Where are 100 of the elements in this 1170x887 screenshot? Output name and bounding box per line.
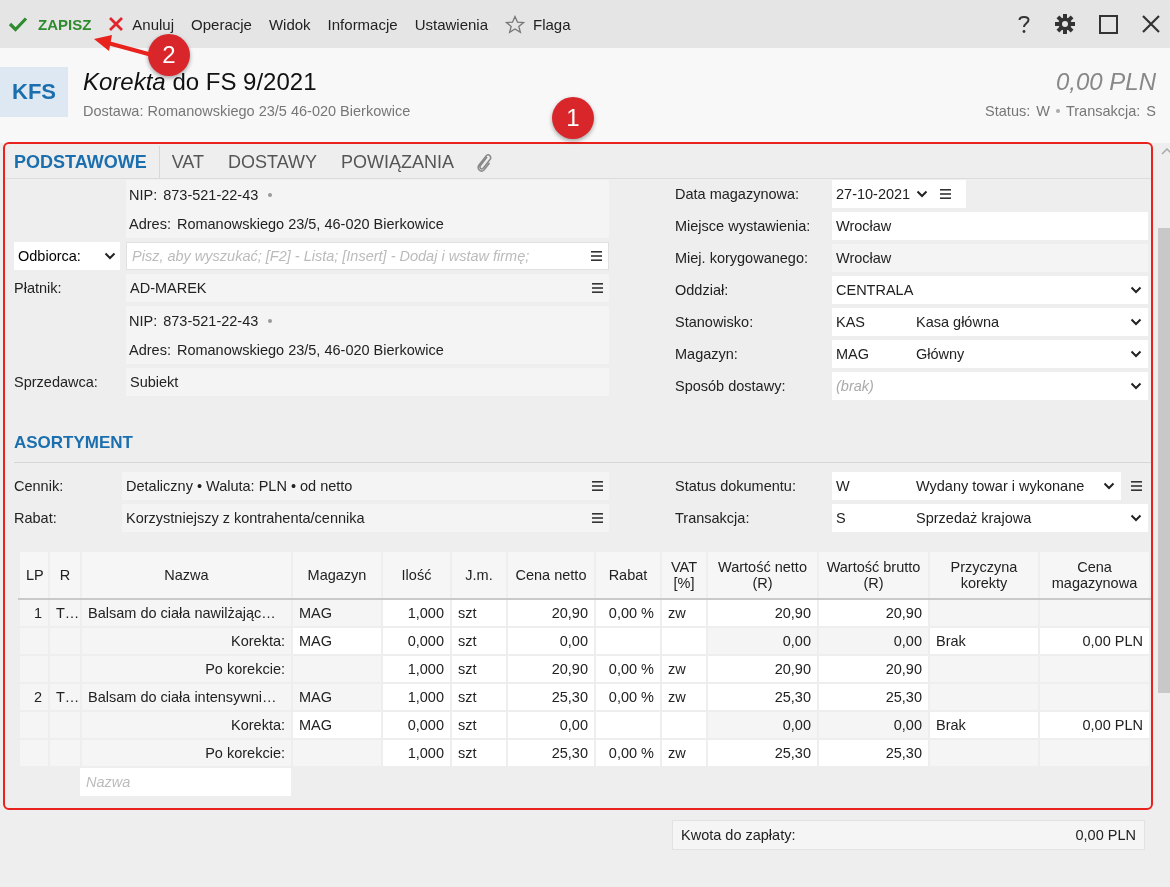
info-label: Adres: — [129, 341, 171, 358]
tab[interactable]: PODSTAWOWE — [6, 146, 160, 178]
field-label: Miejsce wystawienia: — [675, 218, 812, 234]
menu-icon[interactable] — [940, 189, 952, 199]
dot-icon — [268, 192, 273, 197]
table-cell: 25,30 — [707, 683, 818, 711]
table-cell: 1,000 — [382, 739, 451, 767]
table-cell: szt — [451, 739, 507, 767]
field-label: Transakcja: — [675, 510, 751, 526]
dot-icon — [268, 318, 273, 323]
column-header[interactable]: Rabat — [595, 551, 661, 599]
readonly-field: Wrocław — [832, 244, 1148, 272]
table-cell: 0,00 PLN — [1039, 711, 1150, 739]
column-header[interactable]: R — [49, 551, 81, 599]
table-cell: 1,000 — [382, 683, 451, 711]
flag-button[interactable]: Flaga — [505, 12, 571, 36]
select-field[interactable]: KAS Kasa główna — [832, 308, 1148, 336]
table-cell: szt — [451, 711, 507, 739]
chevron-down-icon — [1130, 350, 1142, 358]
column-header[interactable]: LP — [19, 551, 49, 599]
search-field[interactable]: Pisz, aby wyszukać; [F2] - Lista; [Insert] - Dodaj i wstaw firmę; — [126, 242, 609, 270]
table-cell: 25,30 — [818, 683, 929, 711]
select-field[interactable]: W Wydany towar i wykonane — [832, 472, 1121, 500]
select-field[interactable]: S Sprzedaż krajowa — [832, 504, 1148, 532]
table-cell: 0,000 — [382, 711, 451, 739]
maximize-icon[interactable] — [1099, 14, 1118, 34]
table-cell: Po korekcie: — [81, 739, 292, 767]
info-value: 873-521-22-43 — [163, 312, 259, 329]
chevron-down-icon — [916, 190, 929, 198]
field-label: Sposób dostawy: — [675, 378, 787, 394]
table-cell: 1,000 — [382, 599, 451, 627]
role-dropdown[interactable]: Odbiorca: — [14, 242, 120, 270]
column-header[interactable]: Wartość netto (R) — [707, 551, 818, 599]
input-field[interactable]: Wrocław — [832, 212, 1148, 240]
section-title: ASORTYMENT — [14, 433, 1151, 463]
settings-icon[interactable] — [1055, 14, 1075, 34]
menu-item[interactable]: Widok — [268, 13, 311, 35]
table-cell: 0,00 % — [595, 655, 661, 683]
column-header[interactable]: J.m. — [451, 551, 507, 599]
close-icon — [108, 16, 125, 32]
column-header[interactable]: VAT [%] — [661, 551, 707, 599]
field-label: Stanowisko: — [675, 314, 755, 330]
table-cell: szt — [451, 627, 507, 655]
document-type-badge: KFS — [0, 67, 68, 117]
search-input[interactable]: Pisz, aby wyszukać; [F2] - Lista; [Insert] - Dodaj i wstaw firmę; — [130, 247, 591, 265]
table-cell: 0,00 % — [595, 683, 661, 711]
help-icon[interactable] — [1017, 14, 1031, 34]
table-cell: 25,30 — [507, 739, 595, 767]
new-item-field[interactable]: Nazwa — [80, 768, 291, 796]
tab[interactable]: VAT — [159, 146, 216, 178]
column-header[interactable]: Przyczyna korekty — [929, 551, 1039, 599]
info-value: Romanowskiego 23/5, 46-020 Bierkowice — [176, 341, 444, 358]
field-label: Data magazynowa: — [675, 186, 801, 202]
select-field[interactable]: CENTRALA — [832, 276, 1148, 304]
menu-icon[interactable] — [592, 481, 603, 491]
select-field[interactable]: MAG Główny — [832, 340, 1148, 368]
table-cell: 0,00 — [707, 627, 818, 655]
table-cell: 20,90 — [818, 599, 929, 627]
table-cell: Brak — [929, 627, 1039, 655]
column-header[interactable]: Cena magazynowa — [1039, 551, 1150, 599]
table-cell: Brak — [929, 711, 1039, 739]
readonly-field: Korzystniejszy z kontrahenta/cennika — [122, 504, 609, 532]
menu-icon[interactable] — [592, 283, 603, 293]
table-cell: 0,00 — [818, 711, 929, 739]
table-cell: 1 — [19, 599, 49, 627]
field-label: Status dokumentu: — [675, 478, 797, 494]
table-cell: Balsam do ciała nawilżając… — [81, 599, 292, 627]
column-header[interactable]: Wartość brutto (R) — [818, 551, 929, 599]
tab[interactable]: DOSTAWY — [216, 146, 329, 178]
chevron-down-icon — [1130, 514, 1142, 522]
table-cell: 0,00 % — [595, 739, 661, 767]
readonly-field: Detaliczny • Waluta: PLN • od netto — [122, 472, 609, 500]
menu-item[interactable]: Informacje — [327, 13, 398, 35]
field-label: Rabat: — [14, 510, 58, 526]
column-header[interactable]: Nazwa — [81, 551, 292, 599]
menu-item[interactable]: Ustawienia — [414, 13, 488, 35]
column-header[interactable]: Cena netto — [507, 551, 595, 599]
menu-icon[interactable] — [1131, 481, 1142, 491]
table-cell: MAG — [292, 599, 382, 627]
table-cell: 0,00 — [507, 711, 595, 739]
column-header[interactable]: Ilość — [382, 551, 451, 599]
info-value: Romanowskiego 23/5, 46-020 Bierkowice — [176, 215, 444, 232]
tab[interactable]: POWIĄZANIA — [329, 146, 467, 178]
info-value: 873-521-22-43 — [163, 186, 259, 203]
menu-item[interactable]: Operacje — [191, 13, 252, 35]
menu-icon[interactable] — [592, 513, 603, 523]
table-cell: szt — [451, 599, 507, 627]
column-header[interactable]: Magazyn — [292, 551, 382, 599]
table-cell: szt — [451, 683, 507, 711]
cancel-button[interactable]: Anuluj — [108, 13, 175, 35]
table-cell: 0,00 — [818, 627, 929, 655]
table-cell: 2 — [19, 683, 49, 711]
table-cell: Po korekcie: — [81, 655, 292, 683]
field-label: Płatnik: — [14, 280, 63, 296]
info-label: NIP: — [129, 186, 158, 203]
menu-icon[interactable] — [591, 251, 602, 261]
readonly-field: AD-MAREK — [126, 274, 609, 302]
date-field[interactable]: 27-10-2021 — [832, 180, 966, 208]
table-cell: 0,00 PLN — [1039, 627, 1150, 655]
close-icon[interactable] — [1142, 15, 1160, 33]
